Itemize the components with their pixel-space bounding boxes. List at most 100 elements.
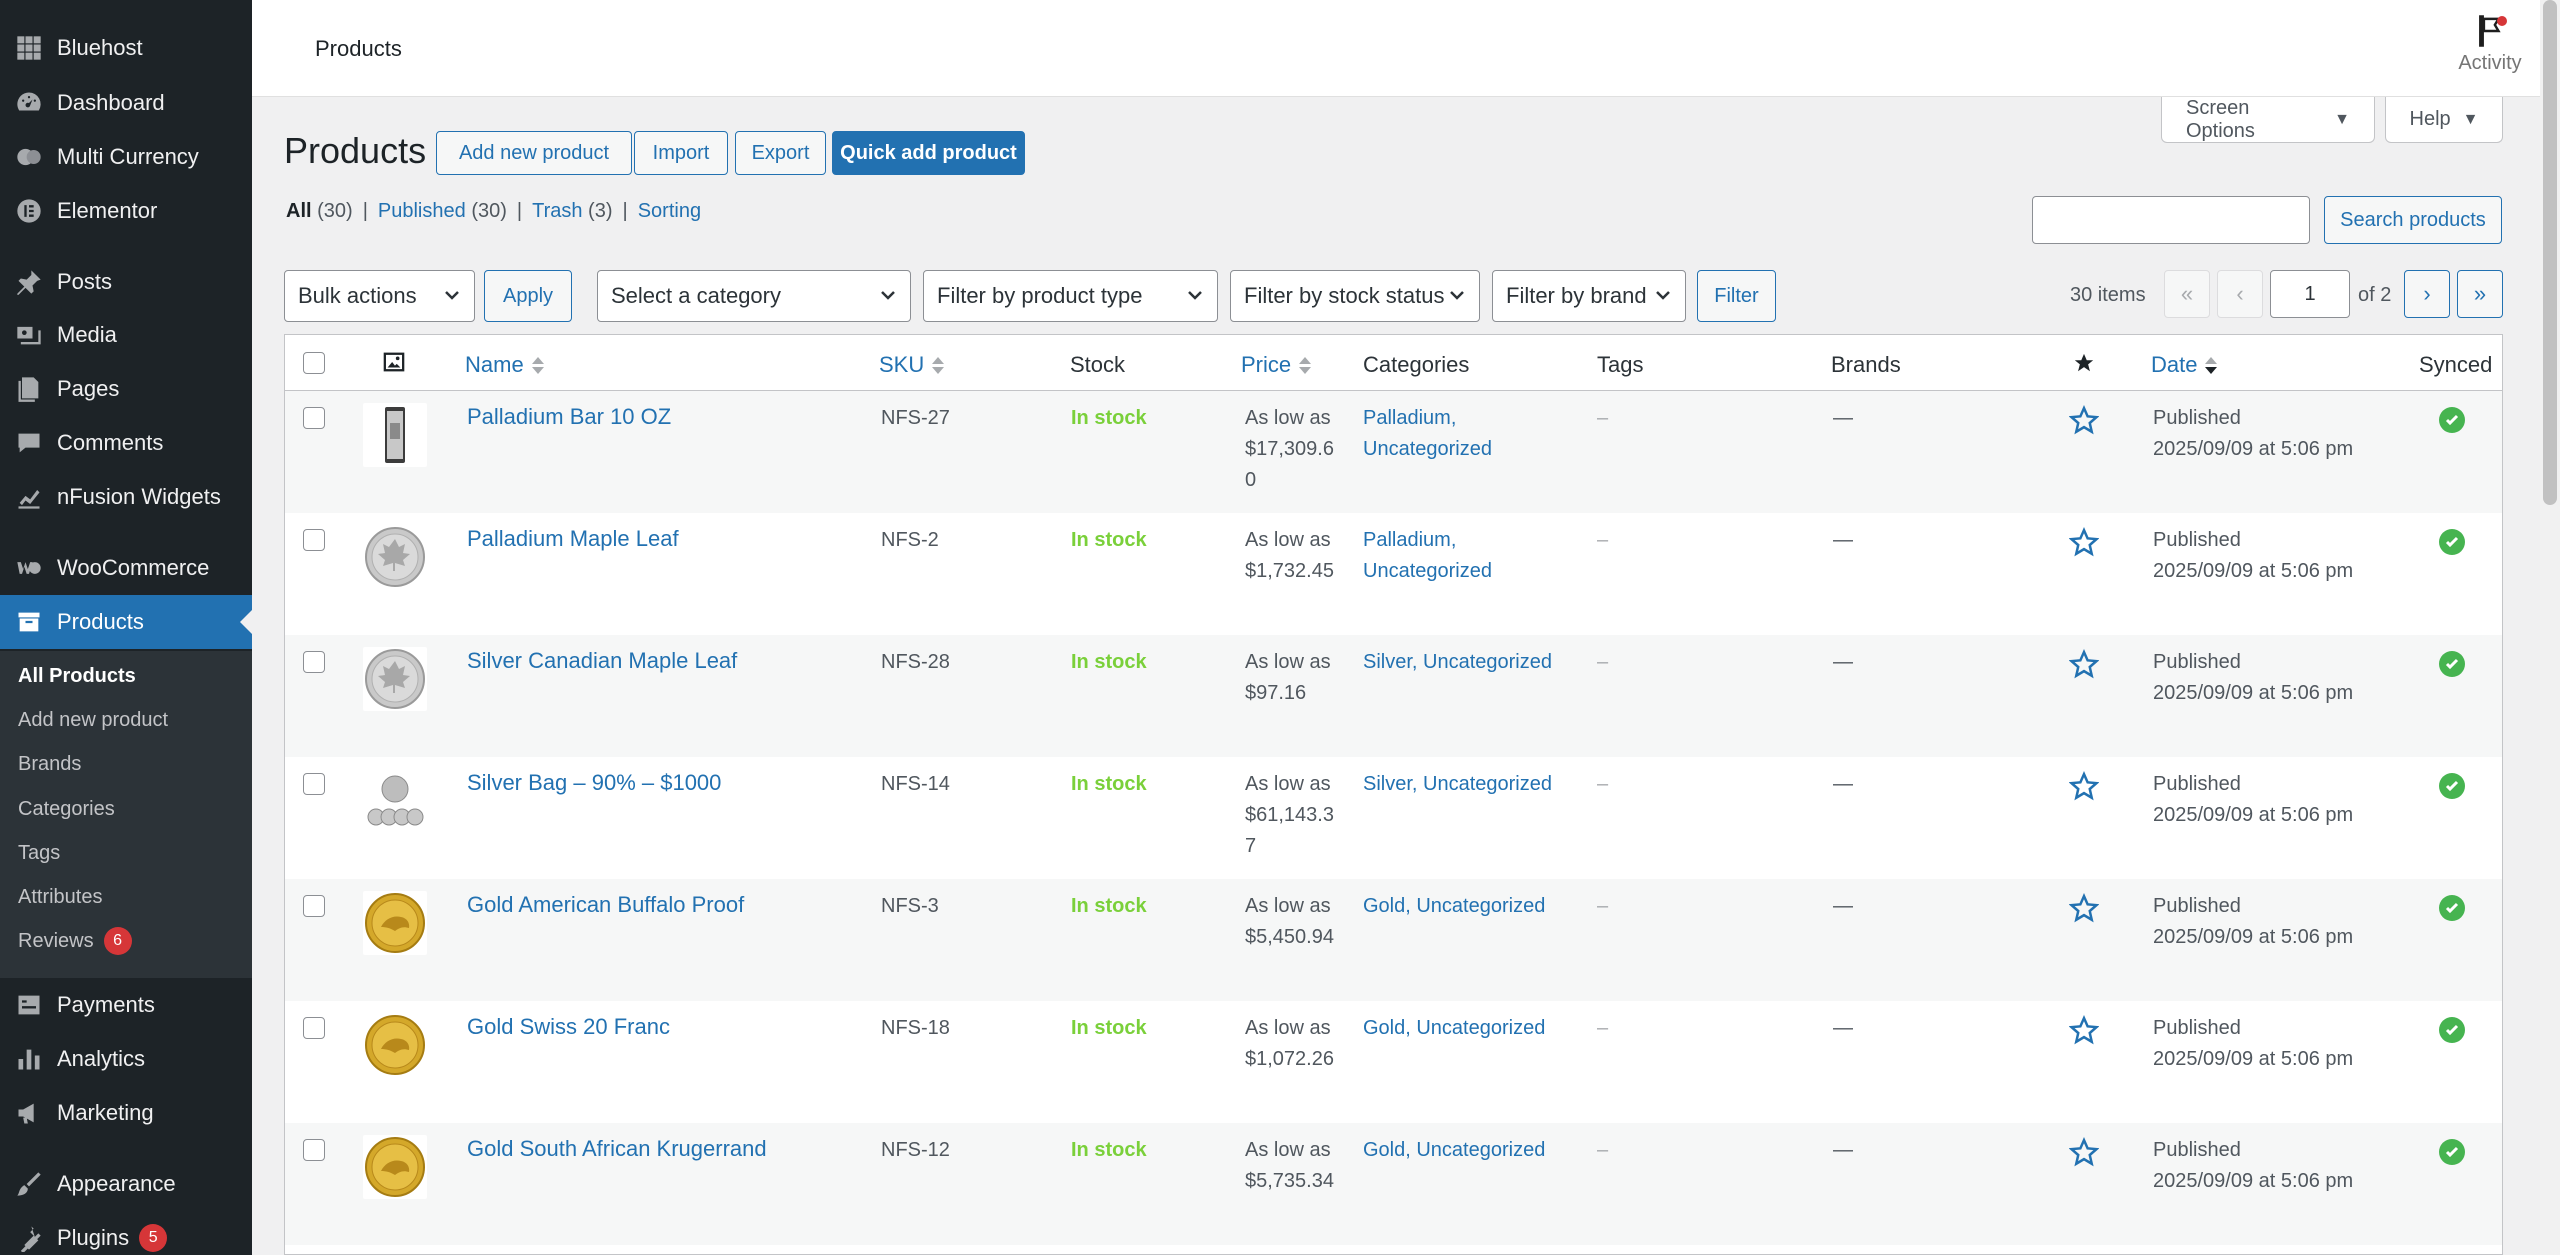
category-link[interactable]: Palladium, — [1363, 403, 1573, 434]
sidebar-item-pages[interactable]: Pages — [0, 362, 252, 416]
sidebar-item-multi-currency[interactable]: Multi Currency — [0, 130, 252, 184]
sidebar-item-products[interactable]: Products — [0, 595, 252, 649]
row-checkbox[interactable] — [303, 651, 325, 673]
column-categories: Categories — [1363, 352, 1469, 378]
stock-status-select[interactable]: Filter by stock status — [1230, 270, 1480, 322]
row-checkbox[interactable] — [303, 407, 325, 429]
category-select[interactable]: Select a category — [597, 270, 911, 322]
product-name-link[interactable]: Gold Swiss 20 Franc — [467, 1011, 670, 1042]
add-new-product-button[interactable]: Add new product — [436, 131, 632, 175]
import-button[interactable]: Import — [634, 131, 728, 175]
product-name-link[interactable]: Silver Canadian Maple Leaf — [467, 645, 737, 676]
product-thumbnail[interactable] — [363, 647, 427, 711]
column-sku[interactable]: SKU — [879, 352, 945, 378]
featured-star-icon[interactable] — [2068, 893, 2100, 923]
column-date[interactable]: Date — [2151, 352, 2218, 378]
sidebar-item-elementor[interactable]: Elementor — [0, 184, 252, 238]
stock-status: In stock — [1071, 529, 1147, 551]
activity-button[interactable]: Activity — [2455, 14, 2525, 75]
product-name-link[interactable]: Palladium Bar 10 OZ — [467, 401, 671, 432]
product-type-select[interactable]: Filter by product type — [923, 270, 1218, 322]
search-products-button[interactable]: Search products — [2324, 196, 2502, 244]
admin-sidebar: Bluehost Dashboard Multi Currency Elemen… — [0, 0, 252, 1255]
submenu-attributes[interactable]: Attributes — [18, 886, 102, 909]
product-date: Published 2025/09/09 at 5:06 pm — [2153, 1135, 2353, 1197]
product-thumbnail[interactable] — [363, 1135, 427, 1199]
sidebar-item-bluehost[interactable]: Bluehost — [0, 22, 252, 74]
submenu-all-products[interactable]: All Products — [18, 665, 136, 688]
featured-star-icon[interactable] — [2068, 1137, 2100, 1167]
category-link[interactable]: Uncategorized — [1363, 556, 1573, 587]
category-link[interactable]: Palladium, — [1363, 525, 1573, 556]
sidebar-item-media[interactable]: Media — [0, 308, 252, 362]
category-link[interactable]: Gold, Uncategorized — [1363, 1135, 1573, 1166]
sidebar-item-appearance[interactable]: Appearance — [0, 1157, 252, 1211]
submenu-categories[interactable]: Categories — [18, 798, 115, 821]
sidebar-item-nfusion-widgets[interactable]: nFusion Widgets — [0, 470, 252, 524]
submenu-reviews[interactable]: Reviews 6 — [18, 927, 132, 955]
sidebar-item-analytics[interactable]: Analytics — [0, 1032, 252, 1086]
sidebar-item-marketing[interactable]: Marketing — [0, 1086, 252, 1140]
category-link[interactable]: Uncategorized — [1363, 434, 1573, 465]
current-page-input[interactable]: 1 — [2270, 270, 2350, 318]
sidebar-item-comments[interactable]: Comments — [0, 416, 252, 470]
submenu-brands[interactable]: Brands — [18, 753, 81, 776]
column-price[interactable]: Price — [1241, 352, 1312, 378]
next-page-button[interactable]: › — [2404, 270, 2450, 318]
product-thumbnail[interactable] — [363, 769, 427, 833]
featured-star-icon[interactable] — [2068, 527, 2100, 557]
view-published[interactable]: Published (30) — [378, 200, 507, 223]
featured-star-icon[interactable] — [2068, 1015, 2100, 1045]
category-link[interactable]: Gold, Uncategorized — [1363, 891, 1573, 922]
view-sorting[interactable]: Sorting — [638, 200, 701, 223]
search-input[interactable] — [2032, 196, 2310, 244]
bulk-actions-select[interactable]: Bulk actions — [284, 270, 475, 322]
product-name-link[interactable]: Gold South African Krugerrand — [467, 1133, 767, 1164]
product-name-link[interactable]: Silver Bag – 90% – $1000 — [467, 767, 721, 798]
filter-button[interactable]: Filter — [1697, 270, 1776, 322]
category-link[interactable]: Silver, Uncategorized — [1363, 647, 1573, 678]
featured-star-icon[interactable] — [2068, 771, 2100, 801]
sidebar-item-woocommerce[interactable]: WooCommerce — [0, 541, 252, 595]
items-count: 30 items — [2070, 284, 2146, 306]
submenu-tags[interactable]: Tags — [18, 842, 60, 865]
featured-star-icon[interactable] — [2068, 649, 2100, 679]
row-checkbox[interactable] — [303, 1139, 325, 1161]
last-page-button[interactable]: » — [2457, 270, 2503, 318]
date-status: Published — [2153, 895, 2241, 917]
table-header: Name SKU Stock Price Categories Tags Bra… — [285, 335, 2502, 391]
row-checkbox[interactable] — [303, 895, 325, 917]
export-button[interactable]: Export — [735, 131, 826, 175]
featured-star-icon[interactable] — [2068, 405, 2100, 435]
product-thumbnail[interactable] — [363, 525, 427, 589]
sidebar-item-dashboard[interactable]: Dashboard — [0, 76, 252, 130]
apply-button[interactable]: Apply — [484, 270, 572, 322]
row-checkbox[interactable] — [303, 529, 325, 551]
sidebar-item-payments[interactable]: Payments — [0, 978, 252, 1032]
view-all[interactable]: All (30) — [286, 200, 353, 223]
brand-select[interactable]: Filter by brand — [1492, 270, 1686, 322]
select-all-checkbox[interactable] — [303, 352, 325, 374]
view-trash[interactable]: Trash (3) — [532, 200, 612, 223]
row-checkbox[interactable] — [303, 1017, 325, 1039]
screen-options-button[interactable]: Screen Options ▼ — [2161, 97, 2375, 143]
sidebar-item-posts[interactable]: Posts — [0, 255, 252, 309]
product-thumbnail[interactable] — [363, 403, 427, 467]
product-name-link[interactable]: Gold American Buffalo Proof — [467, 889, 744, 920]
row-checkbox[interactable] — [303, 773, 325, 795]
help-button[interactable]: Help ▼ — [2385, 97, 2503, 143]
page-scrollbar[interactable] — [2540, 0, 2560, 1255]
category-link[interactable]: Silver, Uncategorized — [1363, 769, 1573, 800]
product-thumbnail[interactable] — [363, 1013, 427, 1077]
sidebar-item-plugins[interactable]: Plugins 5 — [0, 1211, 252, 1255]
product-name-link[interactable]: Palladium Maple Leaf — [467, 523, 679, 554]
submenu-add-new-product[interactable]: Add new product — [18, 709, 168, 732]
flag-icon — [2455, 14, 2525, 52]
column-name[interactable]: Name — [465, 352, 544, 378]
scrollbar-thumb[interactable] — [2543, 0, 2557, 505]
view-label: Trash — [532, 200, 583, 222]
category-link[interactable]: Gold, Uncategorized — [1363, 1013, 1573, 1044]
quick-add-product-button[interactable]: Quick add product — [832, 131, 1025, 175]
featured-column-star-icon[interactable] — [2073, 352, 2095, 374]
product-thumbnail[interactable] — [363, 891, 427, 955]
